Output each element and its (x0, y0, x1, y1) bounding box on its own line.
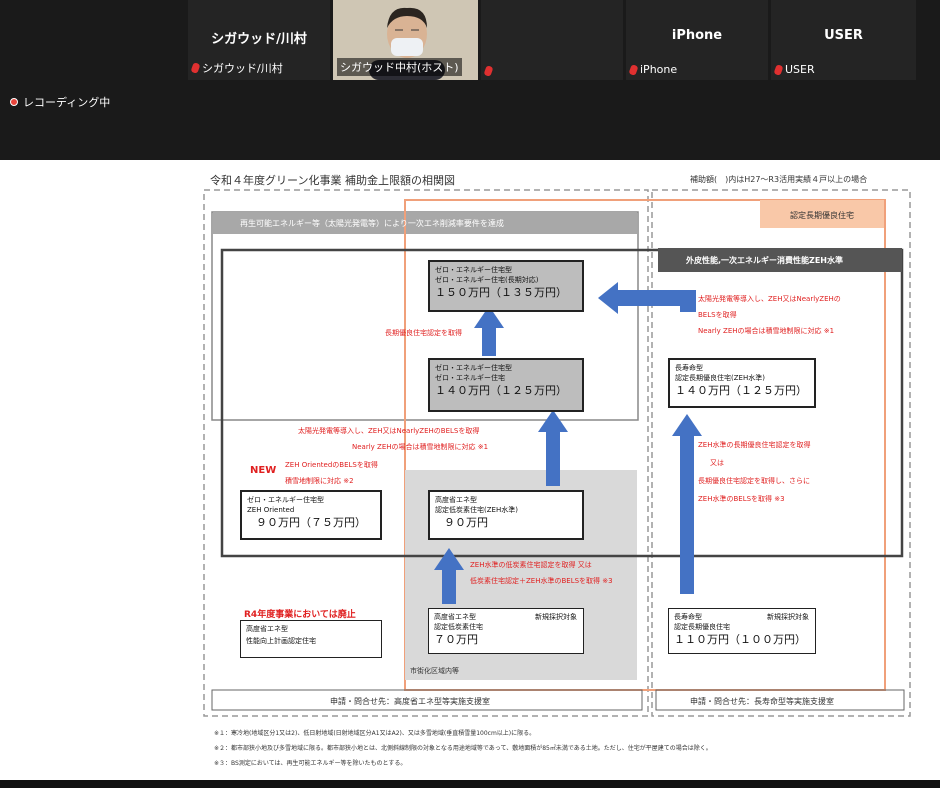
participant-tile[interactable] (481, 0, 623, 80)
condition-note: 又は (710, 459, 724, 467)
participant-tile[interactable]: iPhone iPhone (626, 0, 768, 80)
record-icon (10, 98, 18, 106)
recording-label: レコーディング中 (23, 96, 111, 109)
participant-name: iPhone (671, 28, 723, 43)
longlife-cert-note: 長期優良住宅認定を取得 (385, 329, 462, 337)
footnote: ※２：都市部狭小地及び多雪地域に限る。都市部狭小地とは、北側斜線制限の対象となる… (214, 745, 712, 752)
participant-name: シガウッド/川村 (211, 32, 307, 47)
participant-video-tile[interactable]: シガウッド中村(ホスト) (333, 0, 478, 80)
condition-note: Nearly ZEHの場合は積雪地制限に対応 ※1 (698, 327, 835, 335)
longlife-box: 長寿命型 認定長期優良住宅 １１０万円（１００万円） 新規採択対象 (668, 608, 816, 654)
new-badge: NEW (250, 465, 277, 476)
condition-note: 太陽光発電等導入し、ZEH又はNearlyZEHの (698, 295, 841, 303)
condition-note: 低炭素住宅認定＋ZEH水準のBELSを取得 ※3 (470, 577, 613, 585)
longlife-zeh-box: 長寿命型 認定長期優良住宅(ZEH水準) １４０万円（１２５万円） (668, 358, 816, 408)
participant-name: USER (824, 28, 863, 43)
zeh-oriented-box: ゼロ・エネルギー住宅型 ZEH Oriented ９０万円（７５万円） (240, 490, 382, 540)
footnote: ※１：寒冷地(地域区分1又は2)、低日射地域(日射地域区分A1又はA2)、又は多… (214, 730, 536, 737)
recording-indicator[interactable]: レコーディング中 (10, 94, 110, 110)
high-efficiency-zeh-box: 高度省エネ型 認定低炭素住宅(ZEH水準) ９０万円 (428, 490, 584, 540)
new-adoption-tag: 新規採択対象 (535, 613, 577, 621)
participant-tile[interactable]: シガウッド/川村 シガウッド/川村 (188, 0, 330, 80)
new-adoption-tag: 新規採択対象 (767, 613, 809, 621)
flow-arrows (434, 282, 702, 604)
mic-muted-icon (773, 63, 784, 76)
mic-muted-icon (628, 63, 639, 76)
participant-label: iPhone (628, 63, 677, 76)
zero-energy-longlife-box: ゼロ・エネルギー住宅型 ゼロ・エネルギー住宅(長期対応) １５０万円（１３５万円… (428, 260, 584, 312)
condition-note: 太陽光発電等導入し、ZEH又はNearlyZEHのBELSを取得 (298, 427, 480, 435)
zero-energy-box: ゼロ・エネルギー住宅型 ゼロ・エネルギー住宅 １４０万円（１２５万円） (428, 358, 584, 412)
abolished-title: R4年度事業においては廃止 (244, 610, 356, 620)
condition-note: ZEH水準のBELSを取得 ※3 (698, 495, 785, 503)
contact-right: 申請・問合せ先：長寿命型等実施支援室 (690, 697, 834, 706)
condition-note: ZEH水準の低炭素住宅認定を取得 又は (470, 561, 592, 569)
condition-note: Nearly ZEHの場合は積雪地制限に対応 ※1 (352, 443, 489, 451)
condition-note: ZEH水準の長期優良住宅認定を取得 (698, 441, 811, 449)
meeting-toolbar: シガウッド/川村 シガウッド/川村 シガウッド中村(ホスト) iPhone iP… (0, 0, 940, 160)
condition-note: ZEH OrientedのBELSを取得 (285, 461, 378, 469)
high-efficiency-box: 高度省エネ型 認定低炭素住宅 ７０万円 新規採択対象 (428, 608, 584, 654)
participant-tile[interactable]: USER USER (771, 0, 916, 80)
bottom-strip (0, 780, 940, 788)
participant-label: USER (773, 63, 815, 76)
mic-muted-icon (190, 62, 201, 74)
participant-label: シガウッド中村(ホスト) (337, 58, 462, 76)
condition-note: 積雪地制限に対応 ※2 (285, 477, 354, 485)
contact-left: 申請・問合せ先：高度省エネ型等実施支援室 (330, 697, 490, 706)
condition-note: BELSを取得 (698, 311, 737, 319)
shared-screen-slide: 令和４年度グリーン化事業 補助金上限額の相関図 補助額( )内はH27～R3活用… (0, 160, 940, 780)
condition-note: 長期優良住宅認定を取得し、さらに (698, 477, 810, 485)
mic-muted-icon (483, 65, 494, 77)
urban-area-label: 市街化区域内等 (410, 667, 459, 675)
abolished-box: 高度省エネ型 性能向上計画認定住宅 (240, 620, 382, 658)
footnote: ※３：BS測定においては、再生可能エネルギー等を除いたものとする。 (214, 760, 407, 767)
participant-label: シガウッド/川村 (190, 60, 283, 76)
participant-label (483, 65, 495, 77)
